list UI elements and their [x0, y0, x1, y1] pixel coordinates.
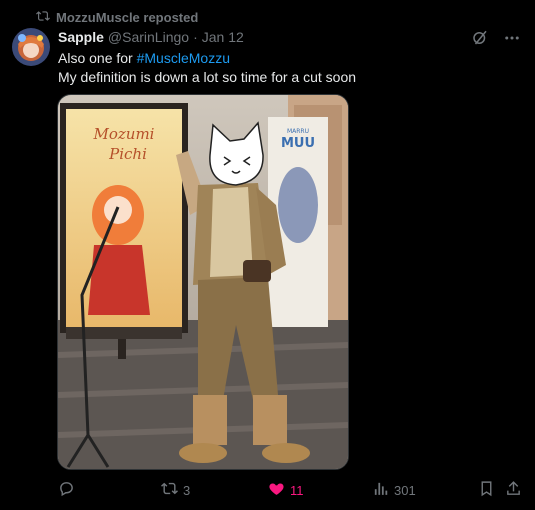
reply-icon — [58, 480, 75, 500]
more-icon[interactable] — [503, 29, 521, 52]
views-count: 301 — [394, 482, 416, 498]
reply-button[interactable] — [58, 480, 75, 500]
hashtag-link[interactable]: #MuscleMozzu — [137, 50, 230, 66]
repost-icon — [36, 9, 50, 26]
like-count: 11 — [290, 482, 304, 498]
repost-indicator[interactable]: MozzuMuscle reposted — [36, 9, 198, 25]
avatar[interactable] — [12, 28, 50, 66]
tweet-header: Sapple @SarinLingo · Jan 12 — [58, 29, 465, 45]
bookmark-button[interactable] — [478, 480, 495, 500]
share-button[interactable] — [505, 480, 522, 500]
tweet-line-2: My definition is down a lot so time for … — [58, 69, 357, 85]
views-button[interactable]: 301 — [372, 480, 416, 500]
header-actions — [471, 29, 521, 52]
action-bar: 3 11 301 — [58, 480, 523, 500]
author-name[interactable]: Sapple — [58, 29, 104, 45]
tweet-date[interactable]: Jan 12 — [202, 29, 244, 45]
retweet-count: 3 — [183, 482, 191, 498]
separator: · — [193, 29, 198, 45]
tweet-line-1-text: Also one for — [58, 50, 137, 66]
banner-top-text: MARRU — [287, 128, 309, 135]
poster-title-1: Mozumi — [93, 125, 155, 143]
poster-title-2: Pichi — [108, 145, 147, 163]
tweet-text: Also one for #MuscleMozzu My definition … — [58, 49, 356, 87]
retweet-icon — [161, 480, 178, 500]
retweet-button[interactable]: 3 — [161, 480, 190, 500]
banner-text: MUU — [281, 136, 315, 151]
heart-icon — [268, 480, 285, 500]
author-handle[interactable]: @SarinLingo — [108, 29, 189, 45]
like-button[interactable]: 11 — [268, 480, 304, 500]
tweet-line-1: Also one for #MuscleMozzu — [58, 49, 356, 68]
repost-label: MozzuMuscle reposted — [56, 9, 199, 25]
grok-icon[interactable] — [471, 29, 489, 52]
bookmark-icon — [478, 480, 495, 500]
share-icon — [505, 480, 522, 500]
tweet-photo[interactable]: Mozumi Pichi MARRU MUU — [57, 94, 349, 470]
views-icon — [372, 480, 389, 500]
